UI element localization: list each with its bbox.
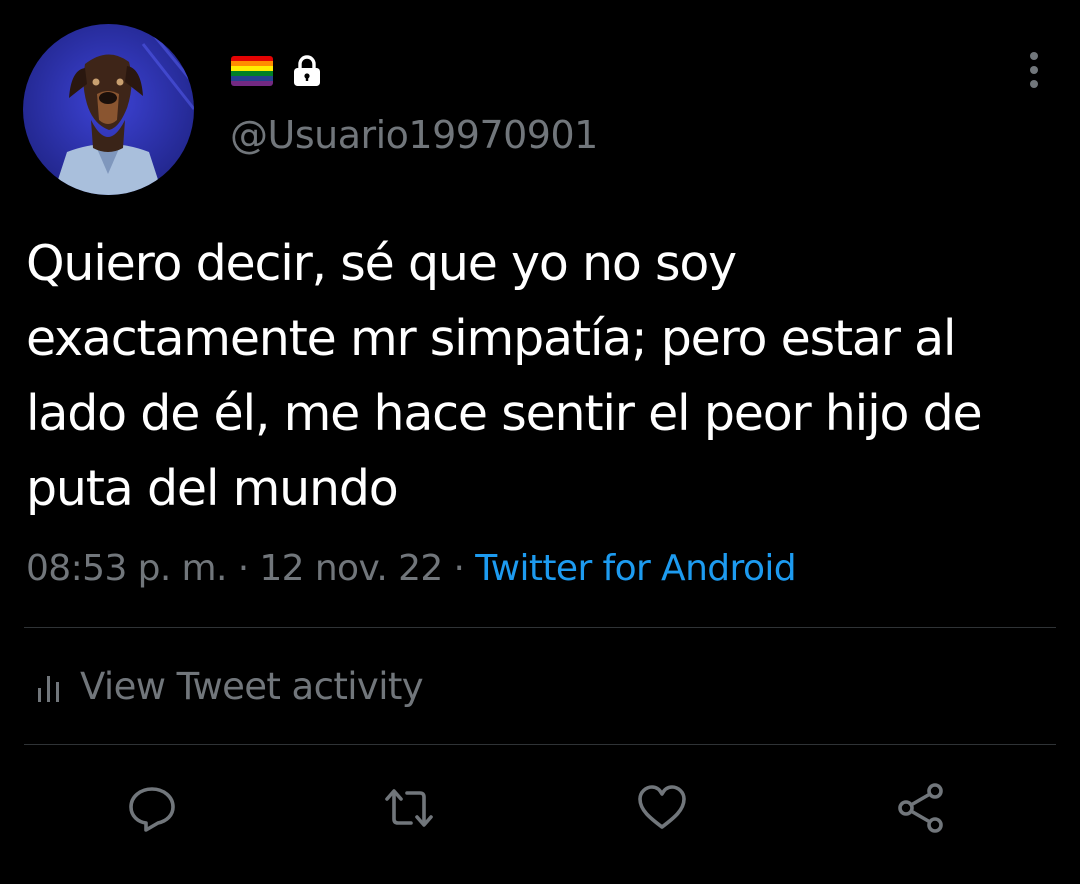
tweet-text-line: puta del mundo — [26, 460, 399, 517]
avatar-image — [23, 24, 194, 195]
retweet-button[interactable] — [381, 780, 437, 836]
tweet-text: Quiero decir, sé que yo no soy exactamen… — [26, 226, 1066, 526]
user-handle[interactable]: @Usuario19970901 — [230, 112, 598, 158]
like-icon — [638, 785, 686, 829]
like-button[interactable] — [634, 780, 690, 836]
tweet-time: 08:53 p. m. — [26, 548, 227, 589]
more-dot — [1030, 66, 1038, 74]
reply-button[interactable] — [124, 780, 180, 836]
meta-separator: · — [237, 548, 249, 589]
tweet-meta: 08:53 p. m. · 12 nov. 22 · Twitter for A… — [26, 546, 797, 592]
share-icon — [898, 783, 943, 833]
tweet-text-line: exactamente mr simpatía; pero estar al — [26, 310, 957, 367]
share-button[interactable] — [893, 780, 949, 836]
view-tweet-activity-button[interactable]: View Tweet activity — [36, 664, 424, 710]
more-dot — [1030, 80, 1038, 88]
stats-icon — [38, 676, 59, 702]
divider — [24, 744, 1056, 745]
tweet-date: 12 nov. 22 — [259, 548, 443, 589]
avatar[interactable] — [23, 24, 194, 195]
profile-badges — [231, 53, 325, 89]
rainbow-flag-icon — [231, 56, 273, 86]
tweet-text-line: Quiero decir, sé que yo no soy — [26, 235, 737, 292]
meta-separator: · — [453, 548, 465, 589]
lock-icon — [294, 55, 320, 86]
divider — [24, 627, 1056, 628]
tweet-source-link[interactable]: Twitter for Android — [475, 548, 796, 589]
more-dot — [1030, 52, 1038, 60]
reply-icon — [129, 787, 175, 832]
retweet-icon — [385, 789, 433, 827]
tweet-text-line: lado de él, me hace sentir el peor hijo … — [26, 385, 983, 442]
view-tweet-activity-label: View Tweet activity — [80, 665, 424, 708]
more-vertical-icon[interactable] — [1014, 50, 1054, 90]
